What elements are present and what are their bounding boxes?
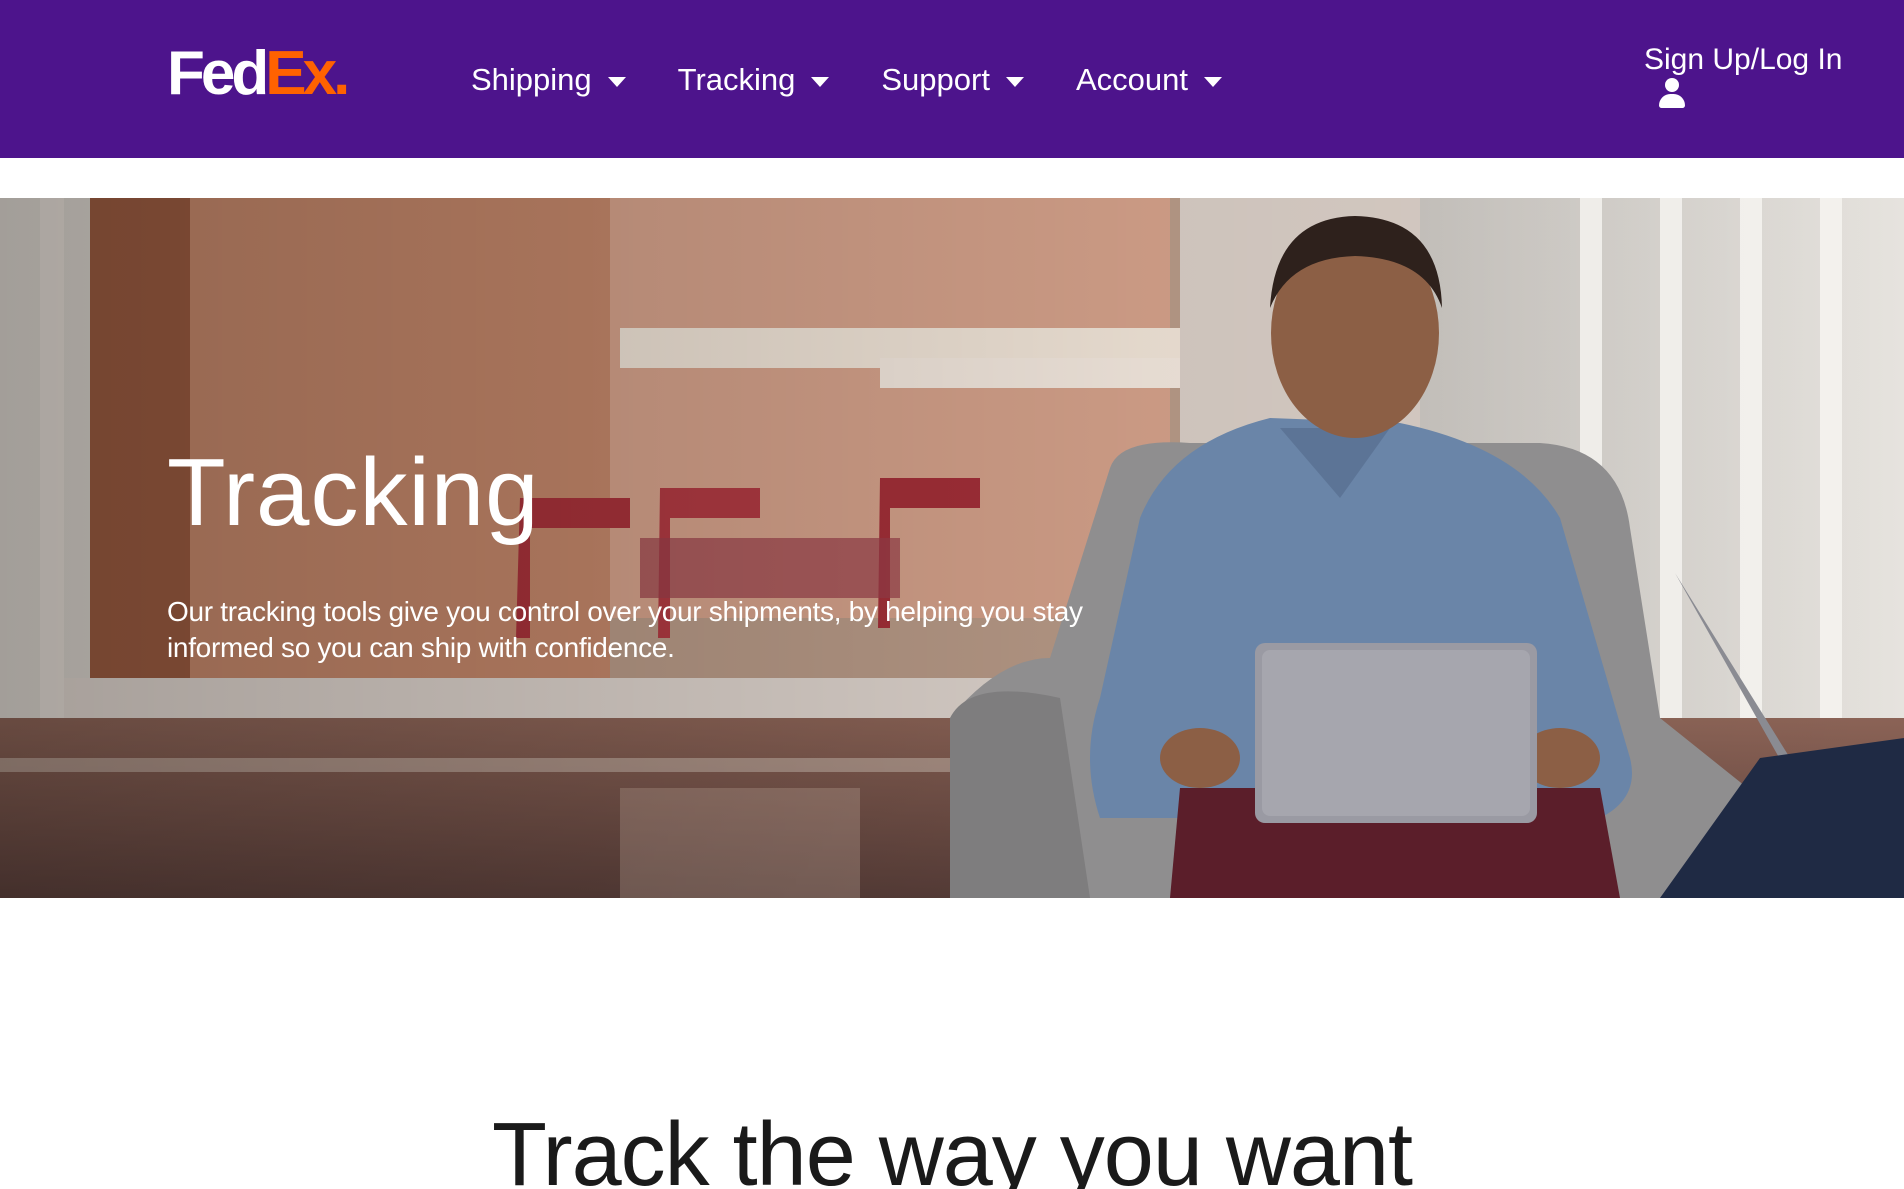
nav-support-label: Support xyxy=(881,62,990,97)
caret-down-icon xyxy=(1005,77,1024,87)
caret-down-icon xyxy=(811,77,830,87)
nav-tracking[interactable]: Tracking xyxy=(678,62,830,98)
main-nav: Shipping Tracking Support Account xyxy=(471,58,1274,102)
hero-banner: Tracking Our tracking tools give you con… xyxy=(0,198,1904,898)
user-icon xyxy=(1658,78,1686,110)
sign-in-link[interactable]: Sign Up/Log In xyxy=(1644,42,1844,115)
sign-in-label: Sign Up/Log In xyxy=(1644,43,1843,76)
logo-ex: Ex. xyxy=(265,39,350,108)
nav-shipping[interactable]: Shipping xyxy=(471,62,626,98)
page: FedEx. Shipping Tracking Support Account… xyxy=(0,0,1904,1189)
hero-title: Tracking xyxy=(167,439,540,546)
nav-tracking-label: Tracking xyxy=(677,62,796,97)
fedex-logo[interactable]: FedEx. xyxy=(167,43,350,105)
hero-description: Our tracking tools give you control over… xyxy=(167,596,1083,663)
caret-down-icon xyxy=(607,77,626,87)
nav-support[interactable]: Support xyxy=(881,62,1024,98)
section-heading: Track the way you want xyxy=(491,1105,1413,1189)
nav-account-label: Account xyxy=(1075,62,1188,97)
site-header: FedEx. Shipping Tracking Support Account… xyxy=(0,0,1904,158)
logo-fed: Fed xyxy=(167,39,269,108)
nav-shipping-label: Shipping xyxy=(471,62,592,97)
nav-account[interactable]: Account xyxy=(1076,62,1222,98)
hero-photo xyxy=(0,198,1904,898)
caret-down-icon xyxy=(1203,77,1222,87)
